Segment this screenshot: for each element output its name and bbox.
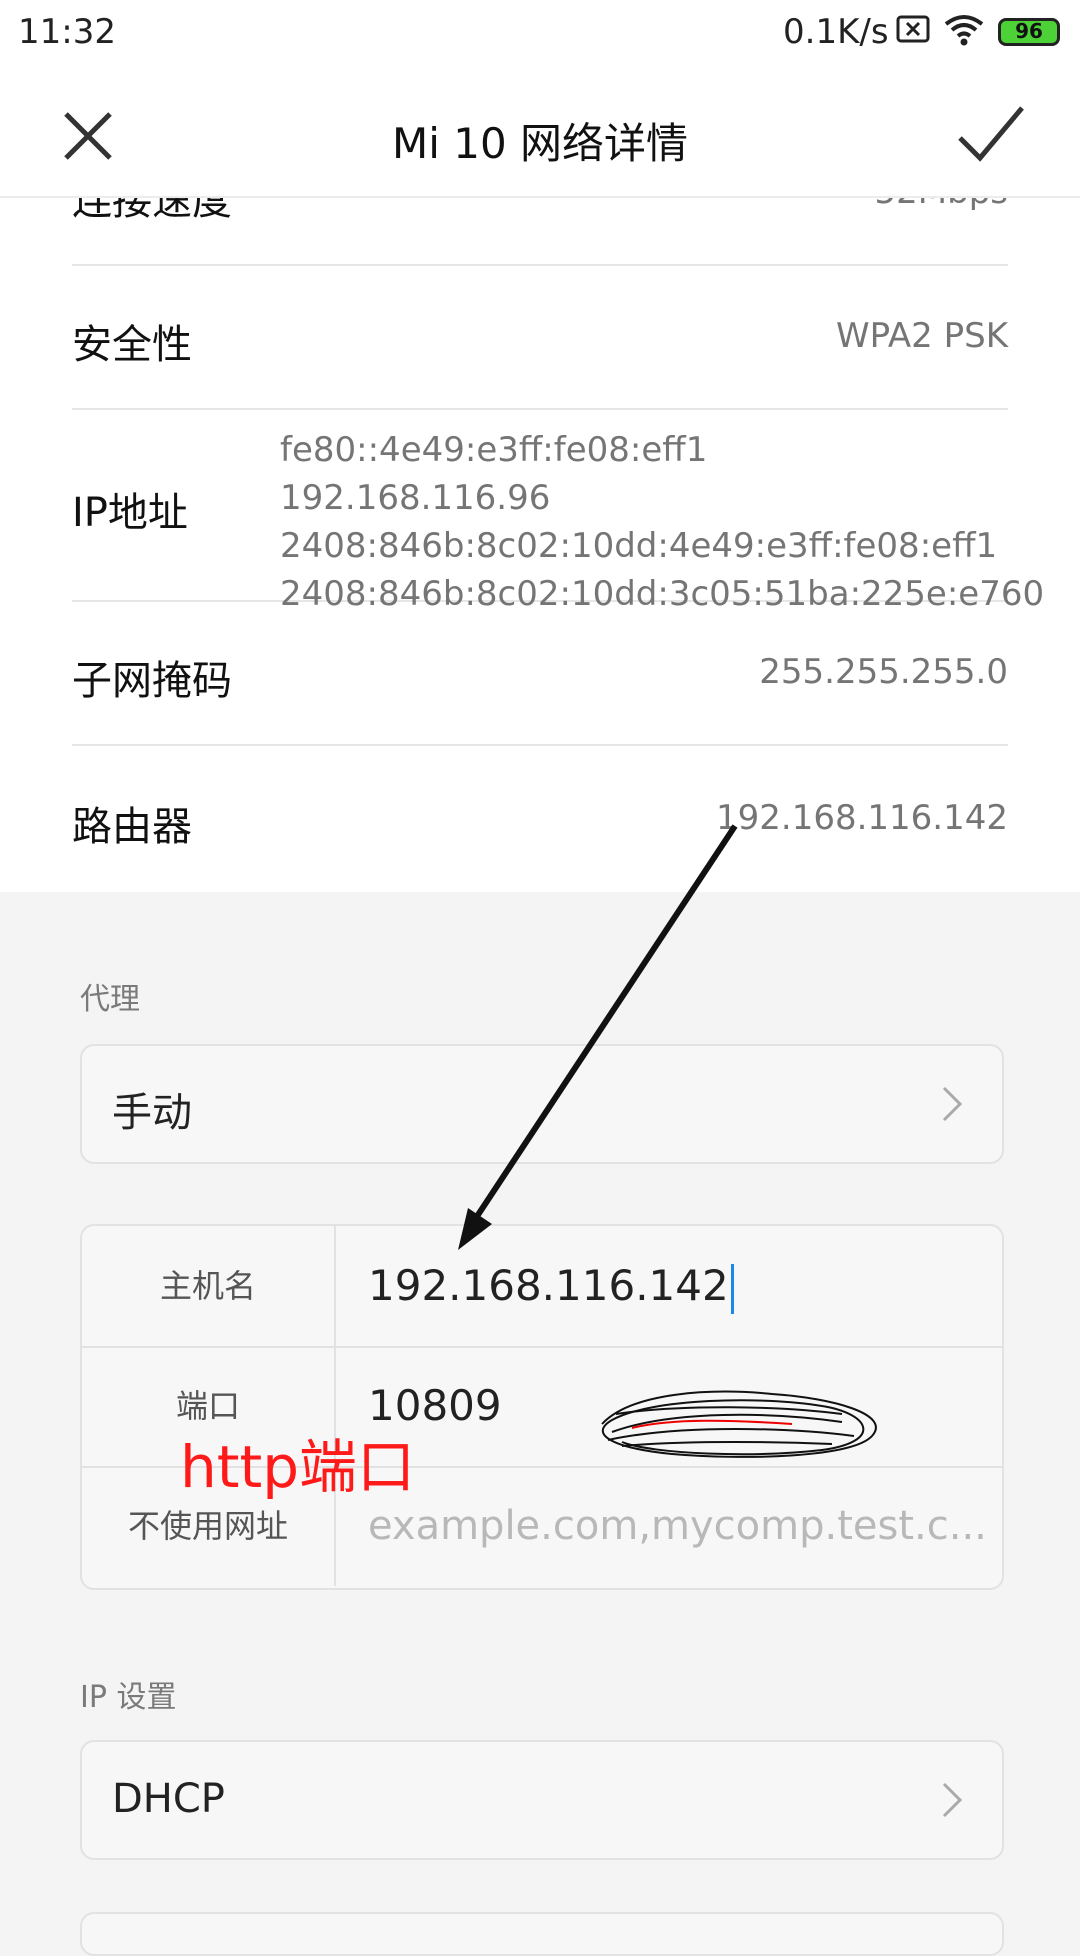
- proxy-section-label: 代理: [80, 982, 140, 1017]
- network-details-list: 连接速度 52Mbps 安全性 WPA2 PSK IP地址 fe80::4e49…: [0, 196, 1080, 892]
- proxy-form: 主机名 192.168.116.142 端口 10809 不使用网址 examp…: [80, 1224, 1004, 1590]
- security-label: 安全性: [72, 322, 192, 368]
- security-value: WPA2 PSK: [835, 316, 1008, 356]
- link-speed-value: 52Mbps: [875, 196, 1008, 212]
- ip-address-values: fe80::4e49:e3ff:fe08:eff1 192.168.116.96…: [280, 426, 1044, 618]
- ip-address-line: 2408:846b:8c02:10dd:4e49:e3ff:fe08:eff1: [280, 526, 998, 566]
- ip-settings-value: DHCP: [112, 1776, 225, 1822]
- subnet-mask-value: 255.255.255.0: [759, 652, 1008, 692]
- redaction-scribble: [601, 1390, 877, 1458]
- hostname-label: 主机名: [159, 1267, 256, 1305]
- link-speed-label: 连接速度: [72, 196, 232, 224]
- checkmark-icon[interactable]: [952, 98, 1028, 174]
- battery-icon: 96: [998, 18, 1060, 46]
- sim-error-icon: [896, 15, 930, 43]
- proxy-mode-select[interactable]: 手动: [80, 1044, 1004, 1164]
- title-bar: Mi 10 网络详情: [0, 72, 1080, 198]
- proxy-mode-value: 手动: [112, 1090, 192, 1136]
- hostname-row: 主机名 192.168.116.142: [82, 1226, 1002, 1348]
- subnet-mask-row: 子网掩码 255.255.255.0: [72, 602, 1008, 746]
- router-value: 192.168.116.142: [715, 798, 1008, 838]
- ip-address-row: IP地址 fe80::4e49:e3ff:fe08:eff1 192.168.1…: [72, 410, 1044, 614]
- chevron-right-icon: [942, 1086, 963, 1122]
- ip-settings-section-label: IP 设置: [80, 1680, 177, 1715]
- ip-address-line: 192.168.116.96: [280, 478, 551, 518]
- battery-level: 96: [1015, 19, 1043, 43]
- text-caret: [730, 1263, 734, 1314]
- subnet-mask-label: 子网掩码: [72, 658, 232, 704]
- security-row: 安全性 WPA2 PSK: [72, 266, 1008, 410]
- status-network-speed: 0.1K/s: [783, 12, 889, 52]
- next-card-edge: [80, 1912, 1004, 1956]
- status-bar: 11:32 0.1K/s 96: [0, 0, 1080, 72]
- chevron-right-icon: [942, 1782, 963, 1818]
- wifi-icon: [944, 15, 984, 46]
- page-title: Mi 10 网络详情: [391, 119, 689, 168]
- ip-address-line: fe80::4e49:e3ff:fe08:eff1: [280, 430, 708, 470]
- status-time: 11:32: [18, 12, 116, 52]
- form-divider: [334, 1226, 336, 1346]
- ip-settings-select[interactable]: DHCP: [80, 1740, 1004, 1860]
- ip-address-label: IP地址: [72, 490, 188, 536]
- annotation-label: http端口: [180, 1433, 416, 1501]
- router-label: 路由器: [72, 804, 192, 850]
- bypass-input[interactable]: example.com,mycomp.test.c...: [368, 1466, 988, 1586]
- hostname-value: 192.168.116.142: [368, 1261, 729, 1310]
- link-speed-row: 连接速度 52Mbps: [72, 196, 1008, 266]
- router-row: 路由器 192.168.116.142: [72, 746, 1008, 890]
- hostname-input[interactable]: 192.168.116.142: [368, 1226, 734, 1346]
